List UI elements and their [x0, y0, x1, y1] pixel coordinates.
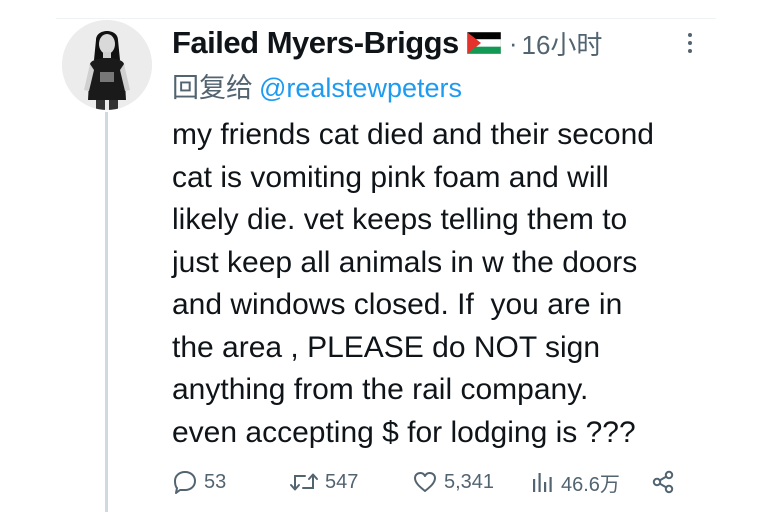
tweet-text-line: even accepting $ for lodging is ??? — [172, 415, 636, 449]
reply-button[interactable]: 53 — [172, 467, 226, 497]
comment-bubble-icon — [174, 471, 196, 494]
separator-dot: · — [508, 27, 518, 58]
reply-count: 53 — [204, 470, 227, 493]
share-icon — [652, 470, 674, 494]
thread-line — [105, 112, 108, 512]
retweet-icon — [290, 473, 318, 491]
tweet-header: Failed Myers-Briggs · 16小时 — [172, 24, 712, 62]
retweet-button[interactable]: 547 — [289, 467, 358, 497]
timestamp[interactable]: 16小时 — [521, 25, 602, 62]
tweet-text-line: just keep all animals in w the doors — [172, 245, 638, 279]
avatar-image — [62, 20, 152, 110]
tweet-content: Failed Myers-Briggs · 16小时 回复给 @realstewp… — [172, 24, 712, 454]
tweet-text: my friends cat died and their second cat… — [172, 114, 712, 454]
avatar[interactable] — [62, 20, 152, 110]
views-button[interactable]: 46.6万 — [529, 467, 620, 497]
reply-handle-link[interactable]: @realstewpeters — [259, 73, 462, 103]
reply-context: 回复给 @realstewpeters — [172, 66, 712, 104]
display-name[interactable]: Failed Myers-Briggs — [172, 25, 459, 61]
tweet-text-line: likely die. vet keeps telling them to — [172, 203, 628, 236]
like-button[interactable]: 5,341 — [412, 467, 494, 497]
heart-icon — [414, 472, 436, 492]
share-button[interactable] — [650, 467, 682, 497]
tweet-text-line: and windows closed. If you are in — [172, 288, 623, 321]
palestine-flag-icon — [466, 32, 501, 54]
view-count: 46.6万 — [561, 473, 620, 496]
tweet-text-line: the area , PLEASE do NOT sign — [172, 330, 601, 364]
more-vertical-icon[interactable] — [682, 30, 698, 56]
tweet-text-line: cat is vomiting pink foam and will — [172, 160, 609, 194]
action-bar: 53 547 5,341 46.6万 — [172, 467, 692, 497]
bar-chart-icon — [533, 473, 552, 492]
tweet-text-line: anything from the rail company. — [172, 373, 589, 406]
tweet-text-line: my friends cat died and their second — [172, 118, 654, 151]
like-count: 5,341 — [444, 470, 495, 493]
retweet-count: 547 — [325, 470, 359, 493]
reply-prefix: 回复给 — [172, 73, 253, 103]
top-divider — [56, 18, 716, 19]
